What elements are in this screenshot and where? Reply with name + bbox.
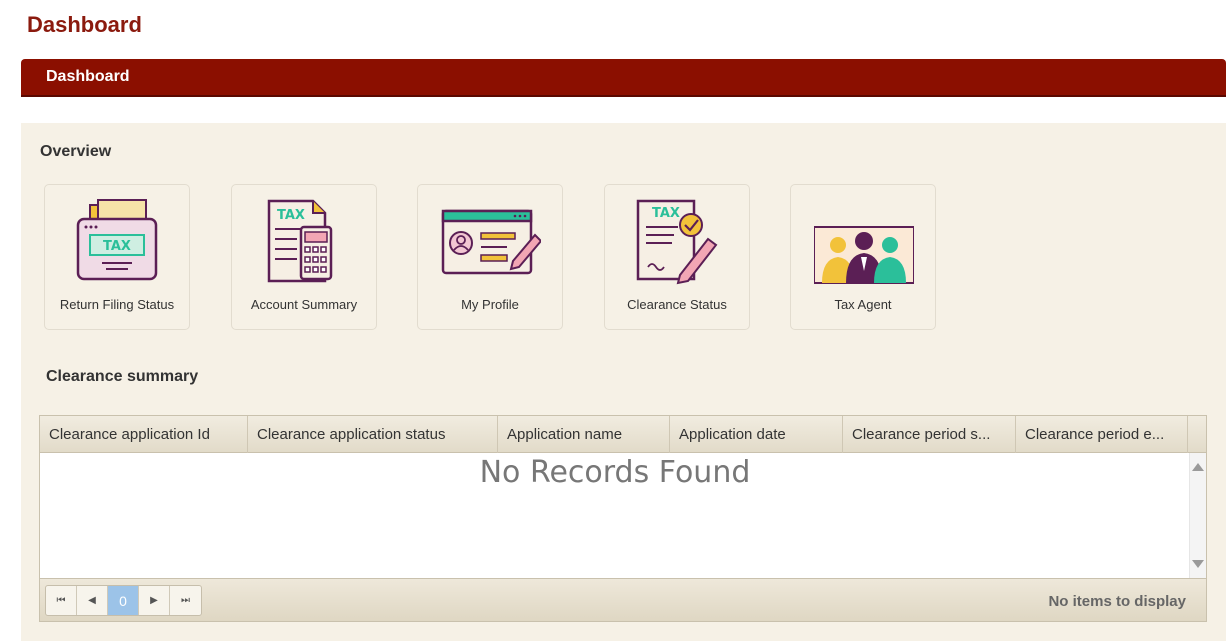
tax-agent-tile[interactable]: Tax Agent <box>790 184 936 330</box>
first-page-button[interactable]: ⏮ <box>46 586 77 615</box>
tile-badge: TAX <box>277 208 305 223</box>
vertical-scrollbar[interactable] <box>1189 453 1206 578</box>
tile-label: My Profile <box>461 297 519 312</box>
tile-label: Return Filing Status <box>59 297 175 312</box>
tax-clearance-icon: TAX <box>636 199 718 285</box>
grid-header: Clearance application Id Clearance appli… <box>40 416 1206 453</box>
pager-info: No items to display <box>1048 593 1186 610</box>
clearance-status-tile[interactable]: TAX Clearance Status <box>604 184 750 330</box>
dashboard-banner: Dashboard <box>21 59 1226 97</box>
my-profile-tile[interactable]: My Profile <box>417 184 563 330</box>
agents-icon <box>814 226 914 284</box>
header-scroll-spacer <box>1188 416 1206 453</box>
profile-card-icon <box>441 209 541 275</box>
page-title: Dashboard <box>27 12 142 37</box>
tile-badge: TAX <box>652 206 680 221</box>
tax-calculator-icon: TAX <box>267 199 333 283</box>
pager-buttons: ⏮ ◀ 0 ▶ ⏭ <box>45 585 202 616</box>
grid-pager: ⏮ ◀ 0 ▶ ⏭ No items to display <box>40 578 1206 621</box>
tile-badge: TAX <box>103 239 131 254</box>
current-page-button[interactable]: 0 <box>108 586 139 615</box>
column-header[interactable]: Clearance application Id <box>40 416 248 453</box>
column-header[interactable]: Clearance period e... <box>1016 416 1188 453</box>
scroll-down-icon[interactable] <box>1192 560 1204 568</box>
dashboard-panel: Overview TAX Return Filing Status TAX Ac… <box>21 123 1226 641</box>
column-header[interactable]: Clearance period s... <box>843 416 1016 453</box>
column-header[interactable]: Clearance application status <box>248 416 498 453</box>
grid-body: No Records Found <box>40 453 1190 578</box>
return-filing-status-tile[interactable]: TAX Return Filing Status <box>44 184 190 330</box>
clearance-summary-heading: Clearance summary <box>46 368 199 385</box>
clearance-summary-grid: Clearance application Id Clearance appli… <box>39 415 1207 622</box>
last-page-button[interactable]: ⏭ <box>170 586 201 615</box>
tile-label: Tax Agent <box>834 297 892 312</box>
scroll-up-icon[interactable] <box>1192 463 1204 471</box>
next-page-button[interactable]: ▶ <box>139 586 170 615</box>
column-header[interactable]: Application date <box>670 416 843 453</box>
banner-title: Dashboard <box>46 68 130 85</box>
tax-folder-icon: TAX <box>76 199 158 281</box>
account-summary-tile[interactable]: TAX Account Summary <box>231 184 377 330</box>
column-header[interactable]: Application name <box>498 416 670 453</box>
empty-message: No Records Found <box>479 455 751 490</box>
previous-page-button[interactable]: ◀ <box>77 586 108 615</box>
overview-heading: Overview <box>40 143 112 160</box>
tile-label: Clearance Status <box>627 297 727 312</box>
tile-label: Account Summary <box>250 297 358 312</box>
